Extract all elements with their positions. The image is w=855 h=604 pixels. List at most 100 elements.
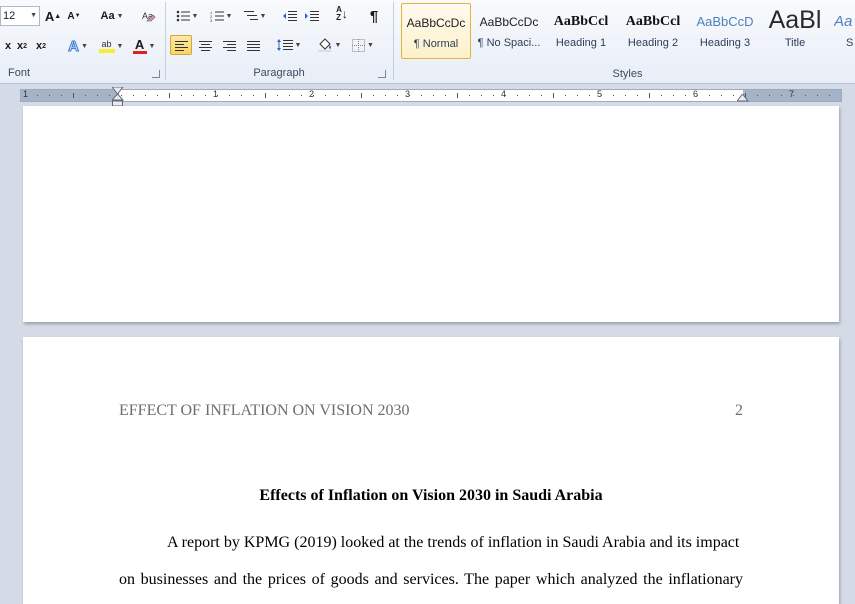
style-name: S bbox=[846, 37, 854, 49]
ruler-number: 1 bbox=[213, 89, 219, 99]
style-name: ¶ No Spaci... bbox=[477, 37, 541, 49]
ruler-dot bbox=[193, 95, 194, 96]
horizontal-ruler[interactable]: 1 1 2 3 4 5 6 7 bbox=[0, 86, 855, 107]
chevron-down-icon[interactable]: ▼ bbox=[30, 7, 37, 25]
ruler-dot bbox=[37, 95, 38, 96]
ruler-dot bbox=[529, 95, 530, 96]
clear-formatting-icon[interactable]: Aa bbox=[139, 6, 159, 26]
ruler-dot bbox=[733, 95, 734, 96]
ruler-dot bbox=[337, 95, 338, 96]
ruler-number: 3 bbox=[405, 89, 411, 99]
ruler-dot bbox=[205, 95, 206, 96]
ruler-dot bbox=[817, 95, 818, 96]
bullets-button[interactable]: ▼ bbox=[172, 6, 202, 26]
font-dialog-launcher-icon[interactable] bbox=[152, 70, 160, 78]
paragraph-dialog-launcher-icon[interactable] bbox=[378, 70, 386, 78]
ruler-dot bbox=[673, 95, 674, 96]
style-preview: Aa bbox=[834, 13, 853, 30]
ruler-dot bbox=[397, 95, 398, 96]
align-center-button[interactable] bbox=[194, 35, 216, 55]
align-left-icon bbox=[174, 40, 188, 51]
ruler-dot bbox=[109, 95, 110, 96]
highlight-color-bar bbox=[98, 49, 115, 53]
style-name: Heading 2 bbox=[627, 37, 679, 49]
ruler-tick bbox=[265, 93, 266, 98]
sort-button[interactable]: A Z ↓ bbox=[332, 4, 352, 24]
document-title: Effects of Inflation on Vision 2030 in S… bbox=[259, 487, 603, 504]
ruler-dot bbox=[697, 95, 698, 96]
ruler-left-margin bbox=[21, 90, 119, 101]
decrease-indent-button[interactable] bbox=[280, 6, 300, 26]
page-number: 2 bbox=[735, 402, 743, 419]
ruler-dot bbox=[781, 95, 782, 96]
ruler-dot bbox=[433, 95, 434, 96]
ruler-dot bbox=[805, 95, 806, 96]
ruler-dot bbox=[301, 95, 302, 96]
ruler-dot bbox=[217, 95, 218, 96]
grow-font-button[interactable]: A ▲ bbox=[44, 6, 62, 26]
ruler-number: 7 bbox=[789, 89, 795, 99]
ruler-dot bbox=[481, 95, 482, 96]
font-color-bar bbox=[132, 50, 147, 54]
right-indent-marker-icon[interactable] bbox=[737, 94, 749, 103]
style-normal[interactable]: AaBbCcDc ¶ Normal bbox=[401, 3, 471, 59]
borders-button[interactable]: ▼ bbox=[348, 35, 378, 55]
ruler-dot bbox=[241, 95, 242, 96]
body-text-line: A report by KPMG (2019) looked at the tr… bbox=[167, 534, 740, 551]
ruler-dot bbox=[445, 95, 446, 96]
ruler-dot bbox=[145, 95, 146, 96]
ruler-dot bbox=[385, 95, 386, 96]
ruler-dot bbox=[229, 95, 230, 96]
style-title[interactable]: AaBl Title bbox=[760, 3, 830, 59]
running-header: EFFECT OF INFLATION ON VISION 2030 bbox=[119, 402, 410, 419]
multilevel-list-button[interactable]: ▼ bbox=[240, 6, 270, 26]
numbering-button[interactable]: 1 2 3 ▼ bbox=[206, 6, 236, 26]
ruler-dot bbox=[157, 95, 158, 96]
ruler-dot bbox=[793, 95, 794, 96]
style-preview: AaBbCcD bbox=[696, 14, 754, 29]
style-heading-3[interactable]: AaBbCcD Heading 3 bbox=[690, 3, 760, 59]
style-heading-1[interactable]: AaBbCcl Heading 1 bbox=[546, 3, 616, 59]
style-name: Heading 3 bbox=[699, 37, 751, 49]
style-preview: AaBbCcl bbox=[553, 14, 609, 29]
ruler-tick bbox=[169, 93, 170, 98]
justify-icon bbox=[246, 40, 260, 51]
style-heading-2[interactable]: AaBbCcl Heading 2 bbox=[618, 3, 688, 59]
text-effects-button[interactable]: A ▼ bbox=[64, 36, 92, 56]
superscript-button[interactable]: x2 bbox=[33, 36, 49, 56]
paragraph-group-label: Paragraph bbox=[253, 67, 305, 79]
ruler-dot bbox=[409, 95, 410, 96]
justify-button[interactable] bbox=[242, 35, 264, 55]
font-color-button[interactable]: A ▼ bbox=[129, 36, 159, 56]
ruler-dot bbox=[709, 95, 710, 96]
style-preview: AaBbCcDc bbox=[406, 16, 466, 30]
ribbon: 12 ▼ A▲ A▼ Aa▼ Aa Bx x2 x2 A▼ ab bbox=[0, 0, 855, 84]
style-preview: AaBl bbox=[768, 6, 822, 34]
ruler-dot bbox=[85, 95, 86, 96]
ruler-dot bbox=[589, 95, 590, 96]
group-separator bbox=[393, 2, 394, 80]
shading-button[interactable]: ▼ bbox=[314, 35, 344, 55]
ruler-dot bbox=[49, 95, 50, 96]
increase-indent-button[interactable] bbox=[302, 6, 322, 26]
ruler-dot bbox=[757, 95, 758, 96]
font-size-box[interactable]: 12 ▼ bbox=[0, 6, 40, 26]
show-marks-button[interactable]: ¶ bbox=[364, 6, 384, 26]
change-case-button[interactable]: Aa ▼ bbox=[98, 6, 126, 26]
align-right-button[interactable] bbox=[218, 35, 240, 55]
line-spacing-button[interactable]: ▼ bbox=[274, 35, 304, 55]
ruler-dot bbox=[505, 95, 506, 96]
document-page-2[interactable]: EFFECT OF INFLATION ON VISION 2030 2 Eff… bbox=[23, 337, 839, 604]
style-preview: AaBbCcDc bbox=[479, 15, 539, 29]
highlight-button[interactable]: ab ▼ bbox=[95, 36, 127, 56]
ruler-dot bbox=[289, 95, 290, 96]
font-size-value: 12 bbox=[3, 10, 16, 22]
document-page-1[interactable] bbox=[23, 106, 839, 322]
subscript-button[interactable]: x2 bbox=[14, 36, 30, 56]
style-subtitle[interactable]: Aa S bbox=[834, 3, 855, 59]
align-left-button[interactable] bbox=[170, 35, 192, 55]
ruler-dot bbox=[685, 95, 686, 96]
shrink-font-button[interactable]: A ▼ bbox=[66, 6, 82, 26]
body-text-line: on businesses and the prices of goods an… bbox=[119, 571, 743, 588]
style-no-spacing[interactable]: AaBbCcDc ¶ No Spaci... bbox=[474, 3, 544, 59]
